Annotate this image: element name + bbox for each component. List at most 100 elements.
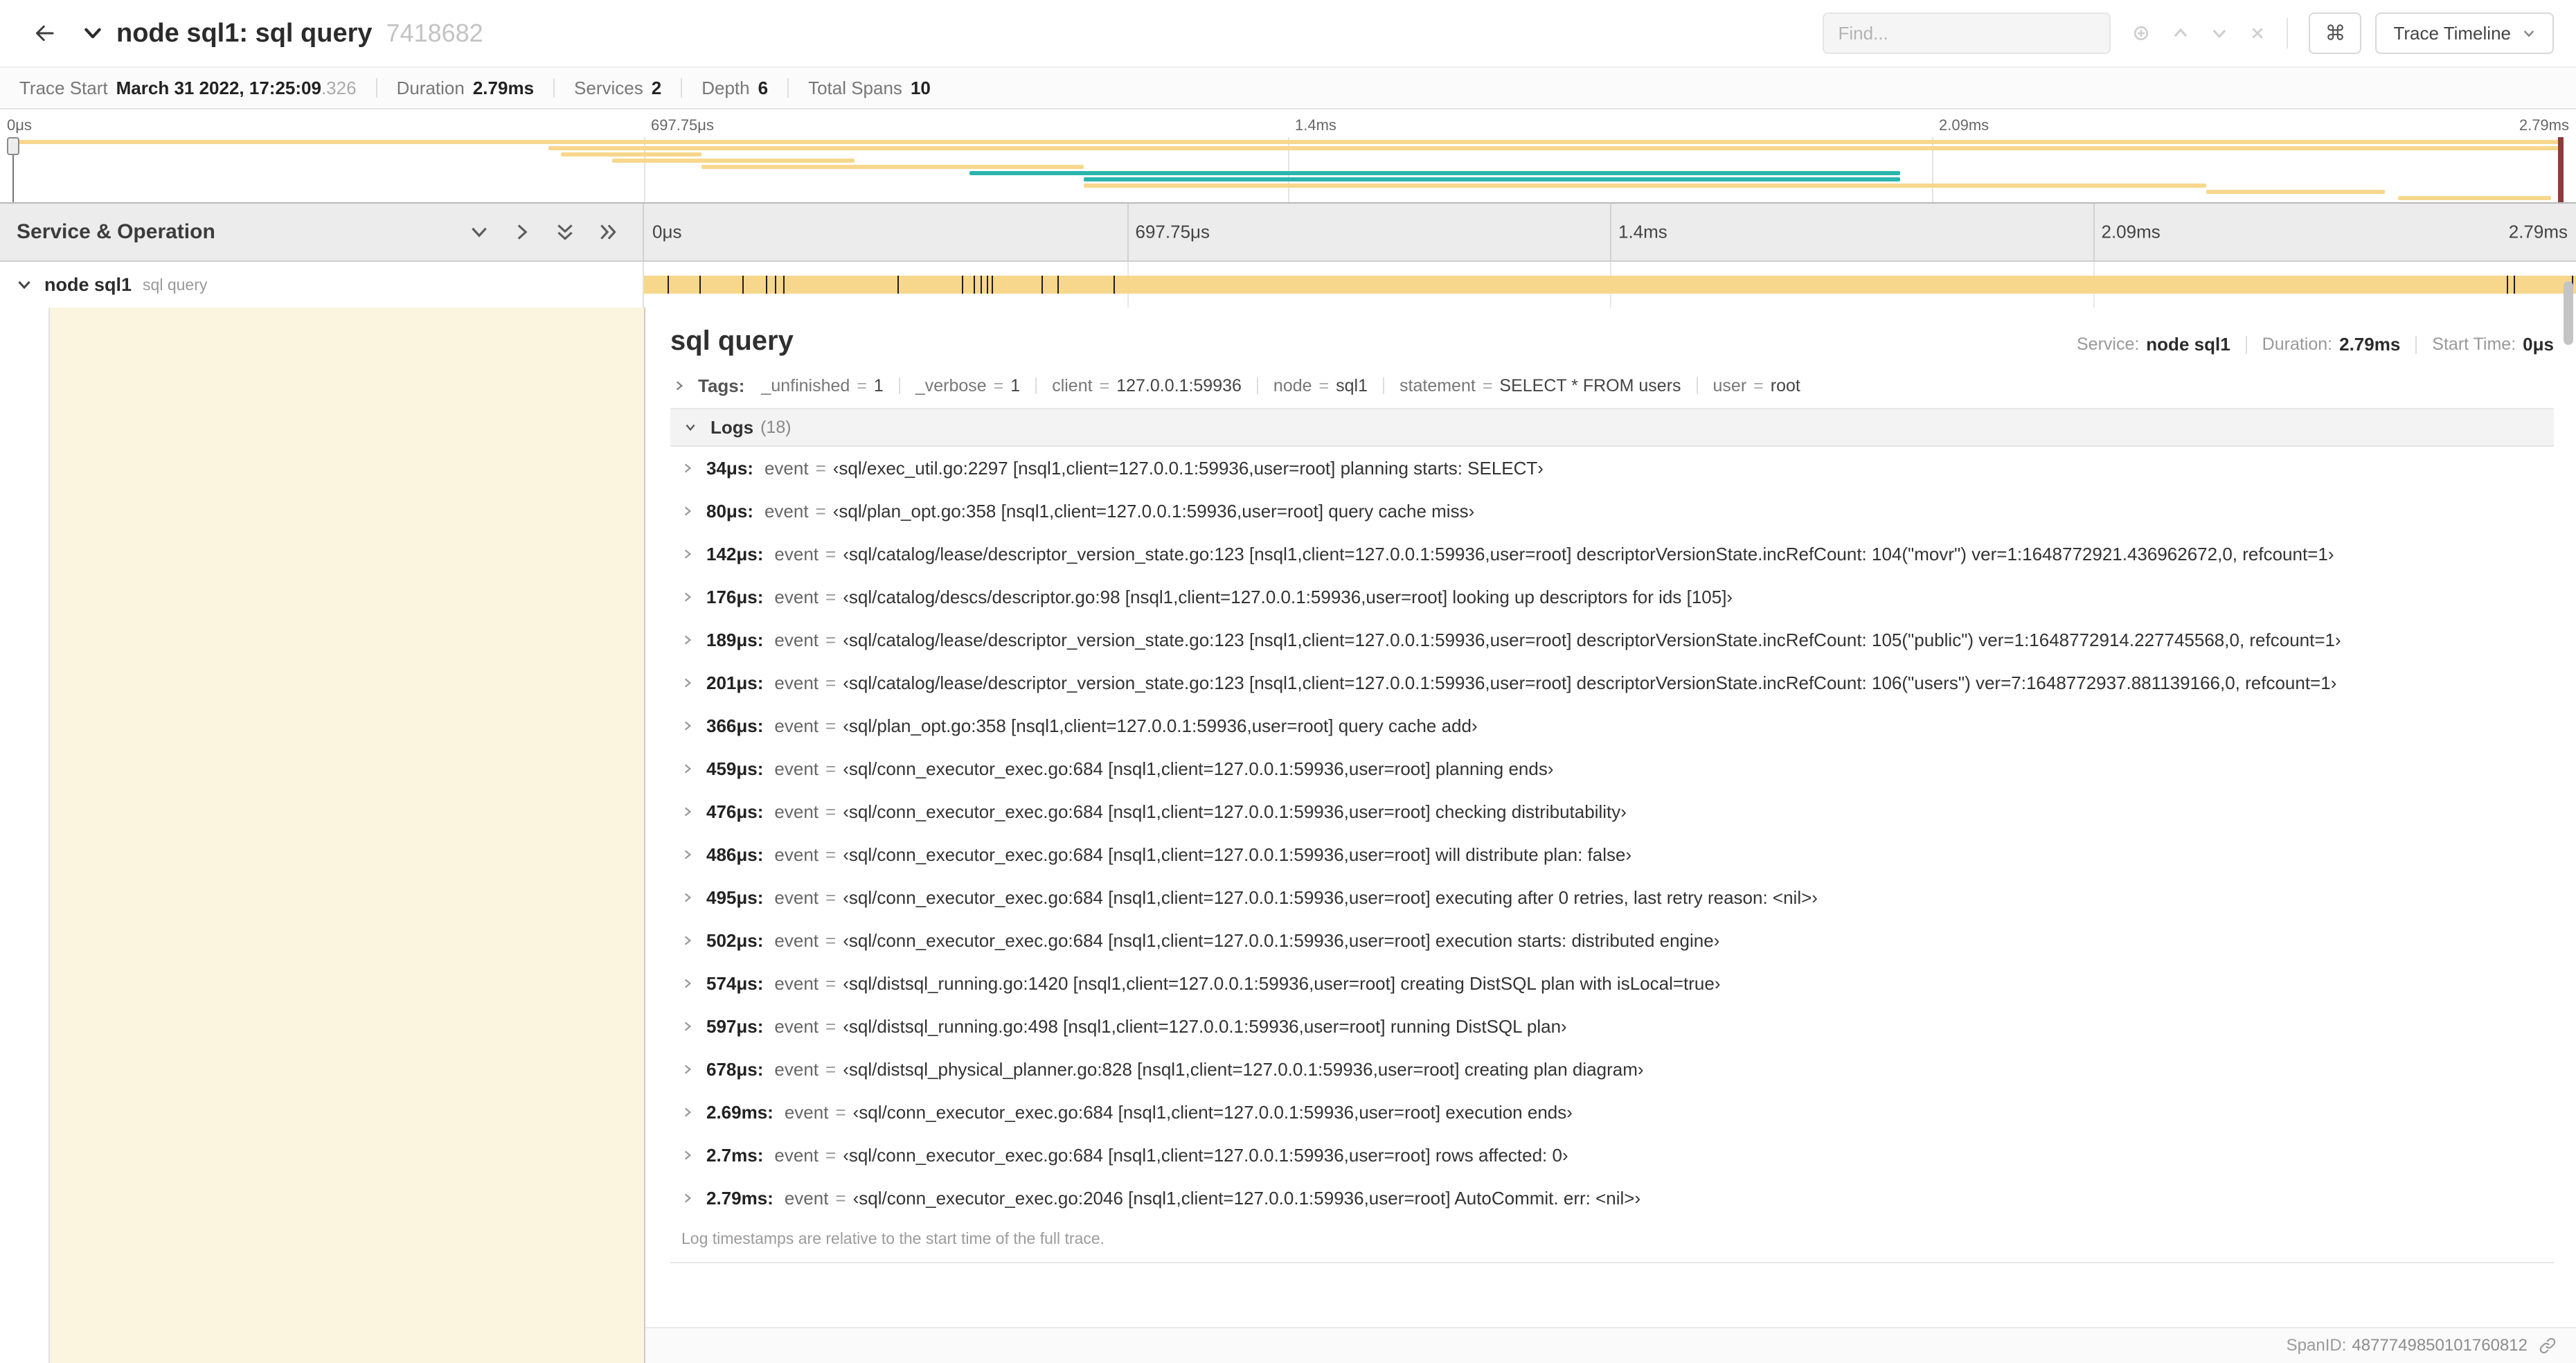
log-entry[interactable]: 2.69ms: event = ‹sql/conn_executor_exec.go:… (670, 1091, 2554, 1134)
minimap-canvas[interactable] (0, 137, 2576, 202)
deep-link-icon[interactable] (2539, 1337, 2557, 1355)
log-timestamp: 597μs: (706, 1015, 764, 1037)
collapse-one-double-chevron-down-icon[interactable] (555, 222, 575, 242)
log-marker (742, 276, 744, 294)
tag-item[interactable]: _verbose = 1 (915, 376, 1020, 396)
log-entry[interactable]: 176μs: event = ‹sql/catalog/descs/descripto… (670, 576, 2554, 618)
equals-sign: = (1318, 375, 1330, 395)
collapse-trace-chevron-down-icon[interactable] (83, 24, 102, 43)
log-entry[interactable]: 80μs: event = ‹sql/plan_opt.go:358 [nsql1,c… (670, 490, 2554, 533)
log-field-key: event (774, 672, 819, 693)
stat-value: 2.79ms (472, 77, 535, 98)
chevron-right-icon (681, 675, 694, 691)
log-entry[interactable]: 189μs: event = ‹sql/catalog/lease/descripto… (670, 618, 2554, 661)
minimap-span-bar (2206, 190, 2386, 194)
log-entry[interactable]: 486μs: event = ‹sql/conn_executor_exec.go:6… (670, 833, 2554, 876)
log-field-value: ‹sql/conn_executor_exec.go:684 [nsql1,cl… (843, 801, 1627, 822)
span-bar-cell[interactable] (644, 262, 2576, 308)
log-entry[interactable]: 142μs: event = ‹sql/catalog/lease/descripto… (670, 533, 2554, 576)
chevron-right-icon (673, 378, 686, 393)
time-tick-label: 0μs (7, 116, 32, 134)
span-detail-panel: sql query Service: node sql1 Duration: 2… (644, 308, 2576, 1363)
log-entry[interactable]: 574μs: event = ‹sql/distsql_running.go:1420… (670, 962, 2554, 1005)
span-detail-row: sql query Service: node sql1 Duration: 2… (0, 308, 2576, 1363)
timeline-header-left: Service & Operation (0, 204, 644, 260)
equals-sign: = (825, 887, 837, 908)
log-field-key: event (774, 929, 819, 951)
divider (2415, 335, 2417, 354)
logs-accordion-header[interactable]: Logs (18) (670, 409, 2554, 447)
log-entry[interactable]: 502μs: event = ‹sql/conn_executor_exec.go:6… (670, 919, 2554, 962)
chevron-down-icon (683, 421, 698, 434)
log-field-key: event (774, 801, 819, 822)
time-tick-label: 2.79ms (2508, 221, 2568, 242)
scrubber-grip[interactable] (7, 137, 19, 155)
trace-view-selector-button[interactable]: Trace Timeline (2375, 12, 2554, 54)
expand-one-chevron-right-icon[interactable] (512, 222, 532, 242)
focus-icon[interactable] (2131, 24, 2151, 43)
log-timestamp: 574μs: (706, 972, 764, 994)
span-id-label: SpanID: (2286, 1336, 2347, 1355)
log-marker (986, 276, 988, 294)
arrow-left-icon (36, 25, 54, 42)
next-match-chevron-down-icon[interactable] (2210, 24, 2228, 42)
vertical-scrollbar-thumb[interactable] (2564, 281, 2573, 345)
tag-item[interactable]: node = sql1 (1273, 376, 1368, 396)
tag-key: node (1273, 375, 1312, 395)
log-entry[interactable]: 366μs: event = ‹sql/plan_opt.go:358 [nsql1,… (670, 704, 2554, 747)
log-entry[interactable]: 459μs: event = ‹sql/conn_executor_exec.go:6… (670, 747, 2554, 790)
log-entry[interactable]: 201μs: event = ‹sql/catalog/lease/descripto… (670, 661, 2554, 704)
log-entry[interactable]: 2.7ms: event = ‹sql/conn_executor_exec.go:6… (670, 1134, 2554, 1177)
tag-item[interactable]: client = 127.0.0.1:59936 (1052, 376, 1242, 396)
equals-sign: = (825, 715, 837, 736)
tags-accordion[interactable]: Tags: _unfinished = 1 _verbose = 1 client = 127.… (670, 364, 2554, 409)
equals-sign: = (815, 457, 826, 479)
tag-item[interactable]: user = root (1713, 376, 1800, 396)
equals-sign: = (835, 1187, 846, 1209)
log-entry[interactable]: 34μs: event = ‹sql/exec_util.go:2297 [nsql1… (670, 447, 2554, 490)
log-field-value: ‹sql/conn_executor_exec.go:684 [nsql1,cl… (852, 1101, 1573, 1123)
ruler-tick-labels: 0μs 697.75μs 1.4ms 2.09ms 2.79ms (644, 204, 2576, 260)
tag-value: root (1770, 375, 1800, 395)
log-entry[interactable]: 678μs: event = ‹sql/distsql_physical_planne… (670, 1048, 2554, 1091)
span-detail-content: sql query Service: node sql1 Duration: 2… (645, 308, 2576, 1263)
chevron-right-icon (681, 718, 694, 733)
tag-item[interactable]: statement = SELECT * FROM users (1399, 376, 1681, 396)
detail-overview: Service: node sql1 Duration: 2.79ms Star… (2077, 334, 2554, 355)
find-input[interactable] (1823, 12, 2111, 54)
span-row[interactable]: node sql1 sql query (0, 262, 2576, 308)
time-tick-label: 2.09ms (1939, 116, 1989, 134)
log-entry[interactable]: 495μs: event = ‹sql/conn_executor_exec.go:6… (670, 876, 2554, 919)
collapse-all-chevron-down-icon[interactable] (469, 222, 489, 242)
keyboard-shortcuts-button[interactable]: ⌘ (2309, 12, 2362, 54)
time-tick-label: 697.75μs (651, 116, 714, 134)
log-field-key: event (774, 972, 819, 994)
expand-all-double-chevron-right-icon[interactable] (598, 222, 618, 242)
log-entry[interactable]: 476μs: event = ‹sql/conn_executor_exec.go:6… (670, 790, 2554, 833)
span-id-value: 4877749850101760812 (2352, 1336, 2528, 1355)
minimap-left-scrubber[interactable] (7, 137, 19, 202)
start-time-label: Start Time: (2432, 335, 2516, 354)
tag-item[interactable]: _unfinished = 1 (761, 376, 883, 396)
divider (681, 78, 683, 98)
minimap-span-bar (548, 146, 2564, 150)
prev-match-chevron-up-icon[interactable] (2172, 24, 2190, 42)
back-button[interactable] (22, 11, 66, 55)
equals-sign: = (825, 1144, 837, 1166)
clear-find-close-icon[interactable] (2249, 25, 2266, 42)
log-field-key: event (774, 844, 819, 865)
equals-sign: = (825, 801, 837, 822)
divider (787, 78, 789, 98)
log-entry[interactable]: 597μs: event = ‹sql/distsql_running.go:498 … (670, 1005, 2554, 1048)
tag-key: client (1052, 375, 1093, 395)
minimap-right-scrubber[interactable] (2558, 137, 2564, 202)
log-field-key: event (774, 543, 819, 564)
span-collapse-chevron-down-icon[interactable] (17, 277, 32, 292)
time-tick-label: 2.79ms (2519, 116, 2569, 134)
minimap-span-bar (1084, 177, 1901, 181)
span-name-cell[interactable]: node sql1 sql query (0, 262, 644, 308)
chevron-right-icon (681, 504, 694, 519)
equals-sign: = (825, 972, 837, 994)
log-entry[interactable]: 2.79ms: event = ‹sql/conn_executor_exec.go:… (670, 1177, 2554, 1220)
trace-id: 7418682 (386, 18, 483, 47)
